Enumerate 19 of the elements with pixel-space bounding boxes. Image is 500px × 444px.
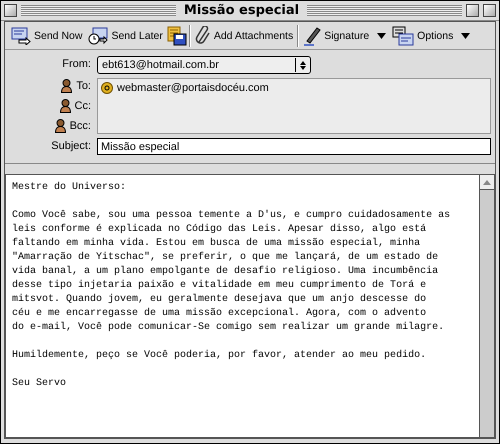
toolbar-menu-button[interactable]: Signature xyxy=(301,24,388,46)
subject-field[interactable]: Missão especial xyxy=(97,138,491,155)
toolbar-button[interactable]: Send Now xyxy=(9,24,84,46)
from-popup[interactable]: ebt613@hotmail.com.br xyxy=(97,56,311,74)
toolbar-button[interactable]: Send Later xyxy=(86,24,165,46)
body-paragraph: Humildemente, peço se Você poderia, por favor, atender ao meu pedido. xyxy=(12,349,428,363)
field-label: Bcc: xyxy=(70,120,91,132)
toolbar-menu-button[interactable]: Options xyxy=(390,24,472,46)
body-paragraph: Como Você sabe, sou uma pessoa temente a D'us, e cumpro cuidadosamente as leis conforme é explicada no Código das Leis. Apesar disso, algo está faltando em minha vida. Estou em busca de uma missão especial, minha "Amarração de Yitschac", se preferir, o que me lançará, de um estado de vida banal, a um plano empolgante de desafio religioso. Uma incumbência desse tipo injetaria paixão e vitalidade em meu cumprimento de Torá e mitsvot. Quando jovem, eu geralmente desejava que um anjo descesse do céu e me encarregasse de uma missão excepcional. Agora, com o advento do e-mail, Você pode comunicar-Se comigo sem realizar um grande milagre. xyxy=(12,209,452,335)
toolbar-button[interactable]: Add Attachments xyxy=(192,24,296,46)
recipient-address[interactable]: webmaster@portaisdocéu.com xyxy=(117,82,269,94)
body-paragraph: Seu Servo xyxy=(12,377,68,391)
recipients-field[interactable]: webmaster@portaisdocéu.com xyxy=(97,78,491,134)
field-label: Subject: xyxy=(51,140,91,152)
window-title: Missão especial xyxy=(182,3,300,18)
field-label: Cc: xyxy=(74,100,91,112)
field-label: To: xyxy=(76,80,91,92)
field-label: From: xyxy=(62,58,91,70)
body-paragraph: Mestre do Universo: xyxy=(12,181,128,195)
